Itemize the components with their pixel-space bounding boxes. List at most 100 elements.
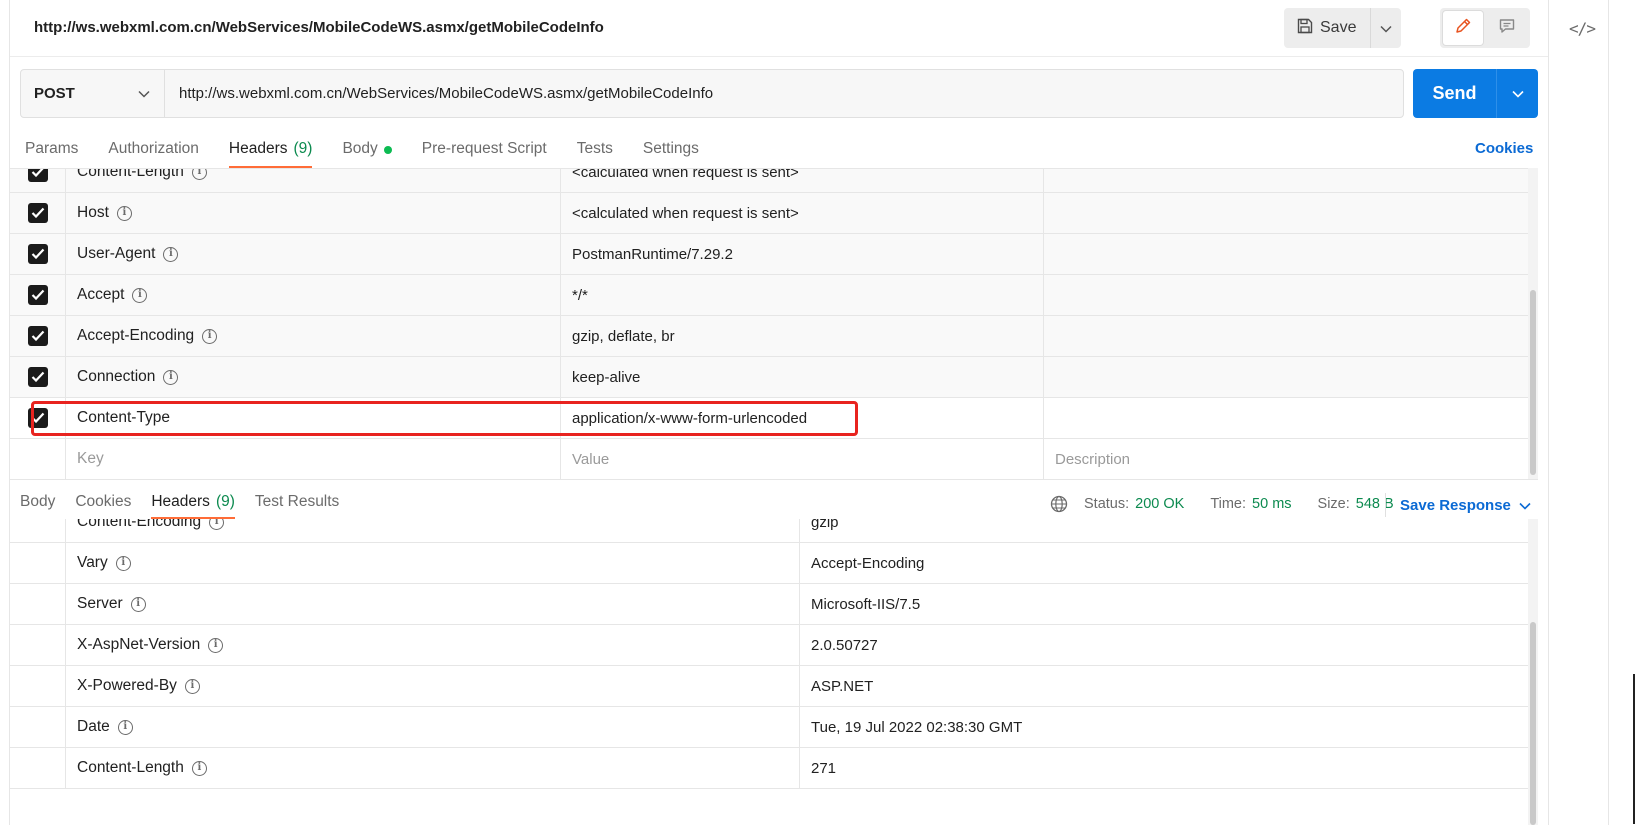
save-label: Save	[1320, 19, 1357, 36]
save-button[interactable]: Save	[1284, 8, 1372, 48]
header-value: keep-alive	[561, 357, 1044, 397]
table-row: Accept i */*	[10, 275, 1534, 316]
tab-test-results[interactable]: Test Results	[255, 491, 339, 519]
window-edge-mark	[1633, 674, 1635, 824]
tab-params[interactable]: Params	[25, 136, 78, 168]
page-title: http://ws.webxml.com.cn/WebServices/Mobi…	[34, 19, 604, 36]
new-value-input[interactable]: Value	[561, 439, 1044, 479]
header-key-cell[interactable]: Content-Type	[66, 398, 561, 438]
tab-label: Tests	[576, 140, 613, 157]
tab-label: Settings	[642, 140, 699, 157]
table-row: X-AspNet-Version i 2.0.50727	[10, 625, 1534, 666]
tab-response-body[interactable]: Body	[20, 491, 55, 519]
info-icon: i	[191, 169, 207, 180]
info-icon: i	[115, 555, 131, 571]
save-options-button[interactable]	[1371, 8, 1401, 48]
globe-icon[interactable]	[1050, 495, 1068, 513]
send-options-button[interactable]	[1497, 69, 1538, 118]
status-label: Status:	[1084, 496, 1130, 512]
response-scrollbar[interactable]	[1530, 622, 1536, 825]
request-scrollbar[interactable]	[1530, 290, 1536, 475]
tab-label: Test Results	[254, 493, 340, 510]
send-button-group: Send	[1413, 69, 1538, 118]
header-key: Accept-Encoding	[77, 327, 195, 344]
header-value: <calculated when request is sent>	[561, 193, 1044, 233]
pane-divider[interactable]	[10, 479, 1538, 480]
tab-response-cookies[interactable]: Cookies	[75, 491, 131, 519]
info-icon: i	[191, 760, 207, 776]
table-row: Accept-Encoding i gzip, deflate, br	[10, 316, 1534, 357]
save-response-label: Save Response	[1400, 496, 1511, 514]
time-value[interactable]: 50 ms	[1252, 496, 1292, 512]
header-value: Tue, 19 Jul 2022 02:38:30 GMT	[811, 718, 1023, 736]
response-meta: Status: 200 OK Time: 50 ms Size: 548 B	[1050, 491, 1394, 517]
table-row-highlighted: Content-Type application/x-www-form-urle…	[10, 398, 1534, 439]
tab-headers[interactable]: Headers (9)	[228, 136, 313, 168]
chevron-down-icon	[138, 85, 150, 102]
chevron-down-icon	[1511, 85, 1524, 102]
header-checkbox[interactable]	[27, 244, 48, 264]
tab-count: (9)	[293, 140, 313, 157]
header-checkbox[interactable]	[27, 203, 48, 223]
tab-pre-request-script[interactable]: Pre-request Script	[422, 136, 547, 168]
header-checkbox[interactable]	[27, 367, 48, 387]
tab-label: Pre-request Script	[421, 140, 547, 157]
info-icon: i	[130, 596, 146, 612]
tab-body[interactable]: Body	[342, 136, 392, 168]
header-description	[1044, 234, 1534, 274]
header-value: */*	[561, 275, 1044, 315]
tab-settings[interactable]: Settings	[643, 136, 699, 168]
info-icon: i	[117, 719, 133, 735]
info-icon: i	[132, 287, 148, 303]
header-value: gzip	[811, 519, 839, 531]
left-edge	[0, 0, 10, 825]
header-key: X-AspNet-Version	[77, 636, 201, 653]
header-key: Content-Length	[77, 168, 184, 180]
header-description[interactable]	[1044, 398, 1534, 438]
header-checkbox[interactable]	[27, 408, 48, 428]
tab-response-headers[interactable]: Headers (9)	[151, 491, 235, 519]
table-row: Date i Tue, 19 Jul 2022 02:38:30 GMT	[10, 707, 1534, 748]
header-value: application/x-www-form-urlencoded	[572, 409, 808, 427]
code-snippet-icon[interactable]: </>	[1566, 14, 1598, 42]
table-row-new: Key Value Description	[10, 439, 1534, 479]
tab-authorization[interactable]: Authorization	[108, 136, 198, 168]
save-icon	[1296, 17, 1314, 40]
request-tabs: Params Authorization Headers (9) Body Pre…	[25, 136, 729, 168]
table-row: Host i <calculated when request is sent>	[10, 193, 1534, 234]
cookies-link[interactable]: Cookies	[1475, 140, 1533, 157]
header-value: Microsoft-IIS/7.5	[811, 595, 921, 613]
tab-label: Cookies	[75, 493, 132, 510]
send-button[interactable]: Send	[1413, 69, 1497, 118]
header-checkbox[interactable]	[27, 326, 48, 346]
edit-mode-button[interactable]	[1443, 11, 1483, 45]
save-response-button[interactable]: Save Response	[1385, 493, 1531, 517]
request-bar: POST http://ws.webxml.com.cn/WebServices…	[20, 69, 1404, 118]
method-select[interactable]: POST	[21, 70, 165, 117]
header-value: <calculated when request is sent>	[561, 169, 1044, 192]
tab-label: Params	[25, 140, 79, 157]
pencil-icon	[1454, 17, 1472, 39]
tab-label: Authorization	[108, 140, 199, 157]
tab-tests[interactable]: Tests	[577, 136, 613, 168]
header-checkbox[interactable]	[27, 169, 48, 182]
tab-label: Headers	[228, 140, 288, 157]
header-description	[1044, 275, 1534, 315]
header-key: Host	[77, 204, 109, 221]
header-value: Accept-Encoding	[811, 554, 925, 572]
tab-label: Body	[20, 493, 56, 510]
url-input[interactable]: http://ws.webxml.com.cn/WebServices/Mobi…	[165, 70, 1403, 117]
table-row: Vary i Accept-Encoding	[10, 543, 1534, 584]
tab-label: Headers	[151, 493, 210, 510]
header-value-cell[interactable]: application/x-www-form-urlencoded	[561, 398, 1044, 438]
new-key-input[interactable]: Key	[66, 439, 561, 479]
tab-label: Body	[342, 140, 378, 157]
info-icon: i	[209, 519, 225, 530]
table-row: Server i Microsoft-IIS/7.5	[10, 584, 1534, 625]
new-description-input[interactable]: Description	[1044, 439, 1534, 479]
status-value[interactable]: 200 OK	[1135, 496, 1184, 512]
header-key: Connection	[77, 368, 156, 385]
header-checkbox[interactable]	[27, 285, 48, 305]
comments-button[interactable]	[1487, 11, 1527, 45]
response-headers-table: Content-Encoding i gzip Vary i Accept-Enco…	[10, 519, 1538, 825]
